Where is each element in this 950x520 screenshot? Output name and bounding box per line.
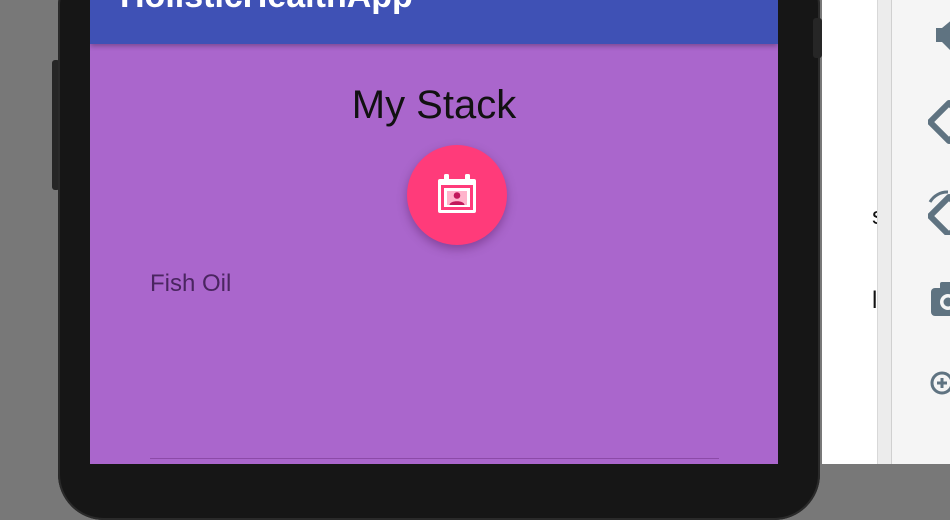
- page-title: My Stack: [90, 80, 778, 130]
- panel-splitter[interactable]: [877, 0, 892, 464]
- zoom-button[interactable]: [928, 360, 950, 406]
- screenshot-button[interactable]: [928, 276, 950, 322]
- phone-screen: HolisticHealthApp My Stack Fish Oil: [90, 0, 778, 464]
- rotate-right-icon: [928, 189, 950, 235]
- camera-icon: [928, 276, 950, 322]
- emulator-toolbar: [892, 0, 950, 464]
- zoom-in-icon: [928, 360, 950, 406]
- rotate-left-button[interactable]: [928, 99, 950, 145]
- volume-icon: [928, 13, 950, 59]
- rotate-left-icon: [928, 99, 950, 145]
- stack-item-label: Fish Oil: [150, 268, 231, 300]
- device-power-button[interactable]: [813, 18, 822, 58]
- list-divider: [150, 458, 719, 459]
- calendar-contact-icon: [433, 171, 481, 219]
- volume-button[interactable]: [928, 13, 950, 59]
- add-schedule-fab[interactable]: [407, 145, 507, 245]
- app-title: HolisticHealthApp: [120, 0, 413, 16]
- stack-item[interactable]: Fish Oil: [150, 262, 720, 306]
- rotate-right-button[interactable]: [928, 189, 950, 235]
- side-panel: so le: [822, 0, 877, 464]
- app-bar: HolisticHealthApp: [90, 0, 778, 44]
